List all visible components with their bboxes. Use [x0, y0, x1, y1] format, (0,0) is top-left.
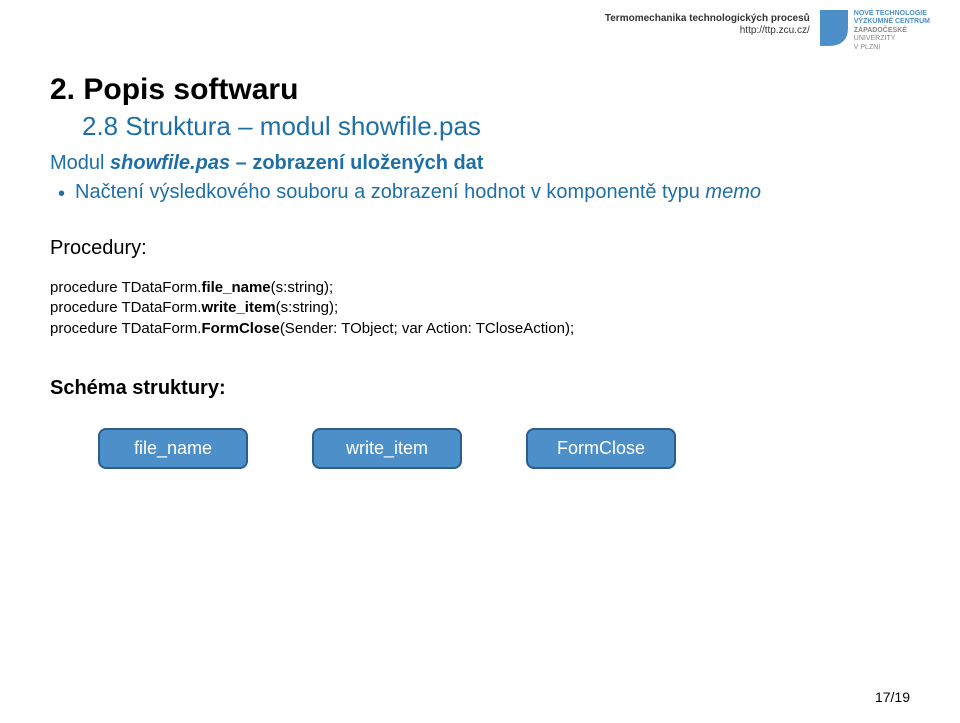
schema-box-write-item: write_item [312, 428, 462, 469]
proc-post: (s:string); [271, 279, 334, 296]
header-right: Termomechanika technologických procesů h… [605, 10, 930, 52]
module-desc: – zobrazení uložených dat [236, 152, 484, 174]
section-title: 2. Popis softwaru [50, 73, 910, 107]
section-title-text: Popis softwaru [83, 73, 298, 106]
proc-pre: procedure TDataForm. [50, 279, 201, 296]
logo-icon [820, 10, 848, 46]
proc-pre: procedure TDataForm. [50, 299, 201, 316]
module-label: Modul [50, 152, 104, 174]
schema-box-form-close: FormClose [526, 428, 676, 469]
university-logo: NOVÉ TECHNOLOGIE VÝZKUMNÉ CENTRUM ZÁPADO… [820, 10, 930, 52]
bullet-memo: memo [705, 181, 761, 203]
bullet-text: Načtení výsledkového souboru a zobrazení… [75, 181, 761, 204]
proc-post: (Sender: TObject; var Action: TCloseActi… [280, 320, 574, 337]
logo-line3: ZÁPADOČESKÉ [854, 27, 930, 35]
bullet-icon: • [58, 181, 65, 207]
bullet-pre: Načtení výsledkového souboru a zobrazení… [75, 181, 705, 203]
procedure-item: procedure TDataForm.FormClose(Sender: TO… [50, 319, 910, 339]
proc-name: write_item [201, 299, 275, 316]
page-number: 17/19 [875, 689, 910, 705]
schema-box-file-name: file_name [98, 428, 248, 469]
subsection-title: 2.8 Struktura – modul showfile.pas [82, 111, 910, 142]
logo-line5: V PLZNI [854, 44, 930, 52]
proc-post: (s:string); [276, 299, 339, 316]
bullet-line: • Načtení výsledkového souboru a zobraze… [58, 181, 910, 207]
section-number: 2. [50, 73, 75, 106]
procedures-list: procedure TDataForm.file_name(s:string);… [50, 278, 910, 339]
schema-boxes: file_name write_item FormClose [98, 428, 910, 469]
proc-pre: procedure TDataForm. [50, 320, 201, 337]
schema-label: Schéma struktury: [50, 377, 910, 400]
proc-name: FormClose [201, 320, 279, 337]
procedures-label: Procedury: [50, 237, 910, 260]
logo-line4: UNIVERZITY [854, 35, 930, 43]
logo-text: NOVÉ TECHNOLOGIE VÝZKUMNÉ CENTRUM ZÁPADO… [854, 10, 930, 52]
module-name: showfile.pas [110, 152, 230, 174]
proc-name: file_name [201, 279, 270, 296]
header-url: http://ttp.zcu.cz/ [605, 25, 810, 37]
procedure-item: procedure TDataForm.file_name(s:string); [50, 278, 910, 298]
header-line1: Termomechanika technologických procesů [605, 13, 810, 25]
subsection-title-text: Struktura – modul showfile.pas [125, 111, 481, 141]
subsection-number: 2.8 [82, 111, 118, 141]
logo-line2: VÝZKUMNÉ CENTRUM [854, 18, 930, 26]
module-line: Modul showfile.pas – zobrazení uložených… [50, 152, 910, 175]
procedure-item: procedure TDataForm.write_item(s:string)… [50, 298, 910, 318]
header-meta: Termomechanika technologických procesů h… [605, 13, 810, 37]
